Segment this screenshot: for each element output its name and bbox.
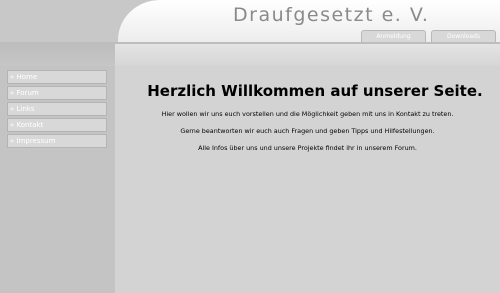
intro-paragraph-1: Hier wollen wir uns euch vorstellen und …: [161, 110, 454, 118]
main-content: [115, 66, 500, 293]
welcome-section: Herzlich Willkommen auf unserer Seite.: [0, 82, 500, 100]
content-header-band: [115, 44, 500, 66]
intro-paragraph-3: Alle Infos über uns und unsere Projekte …: [198, 144, 417, 152]
sidebar-item-kontakt[interactable]: » Kontakt: [7, 118, 107, 132]
sidebar-item-impressum[interactable]: » Impressum: [7, 134, 107, 148]
sidebar-header-band: [0, 44, 115, 66]
page-heading: Herzlich Willkommen auf unserer Seite.: [147, 82, 483, 100]
sidebar-item-links[interactable]: » Links: [7, 102, 107, 116]
top-link-downloads[interactable]: Downloads: [431, 30, 496, 42]
site-title: Draufgesetzt e. V.: [233, 4, 430, 26]
top-link-anmeldung[interactable]: Anmeldung: [361, 30, 426, 42]
intro-paragraph-2: Gerne beantworten wir euch auch Fragen u…: [180, 127, 435, 135]
